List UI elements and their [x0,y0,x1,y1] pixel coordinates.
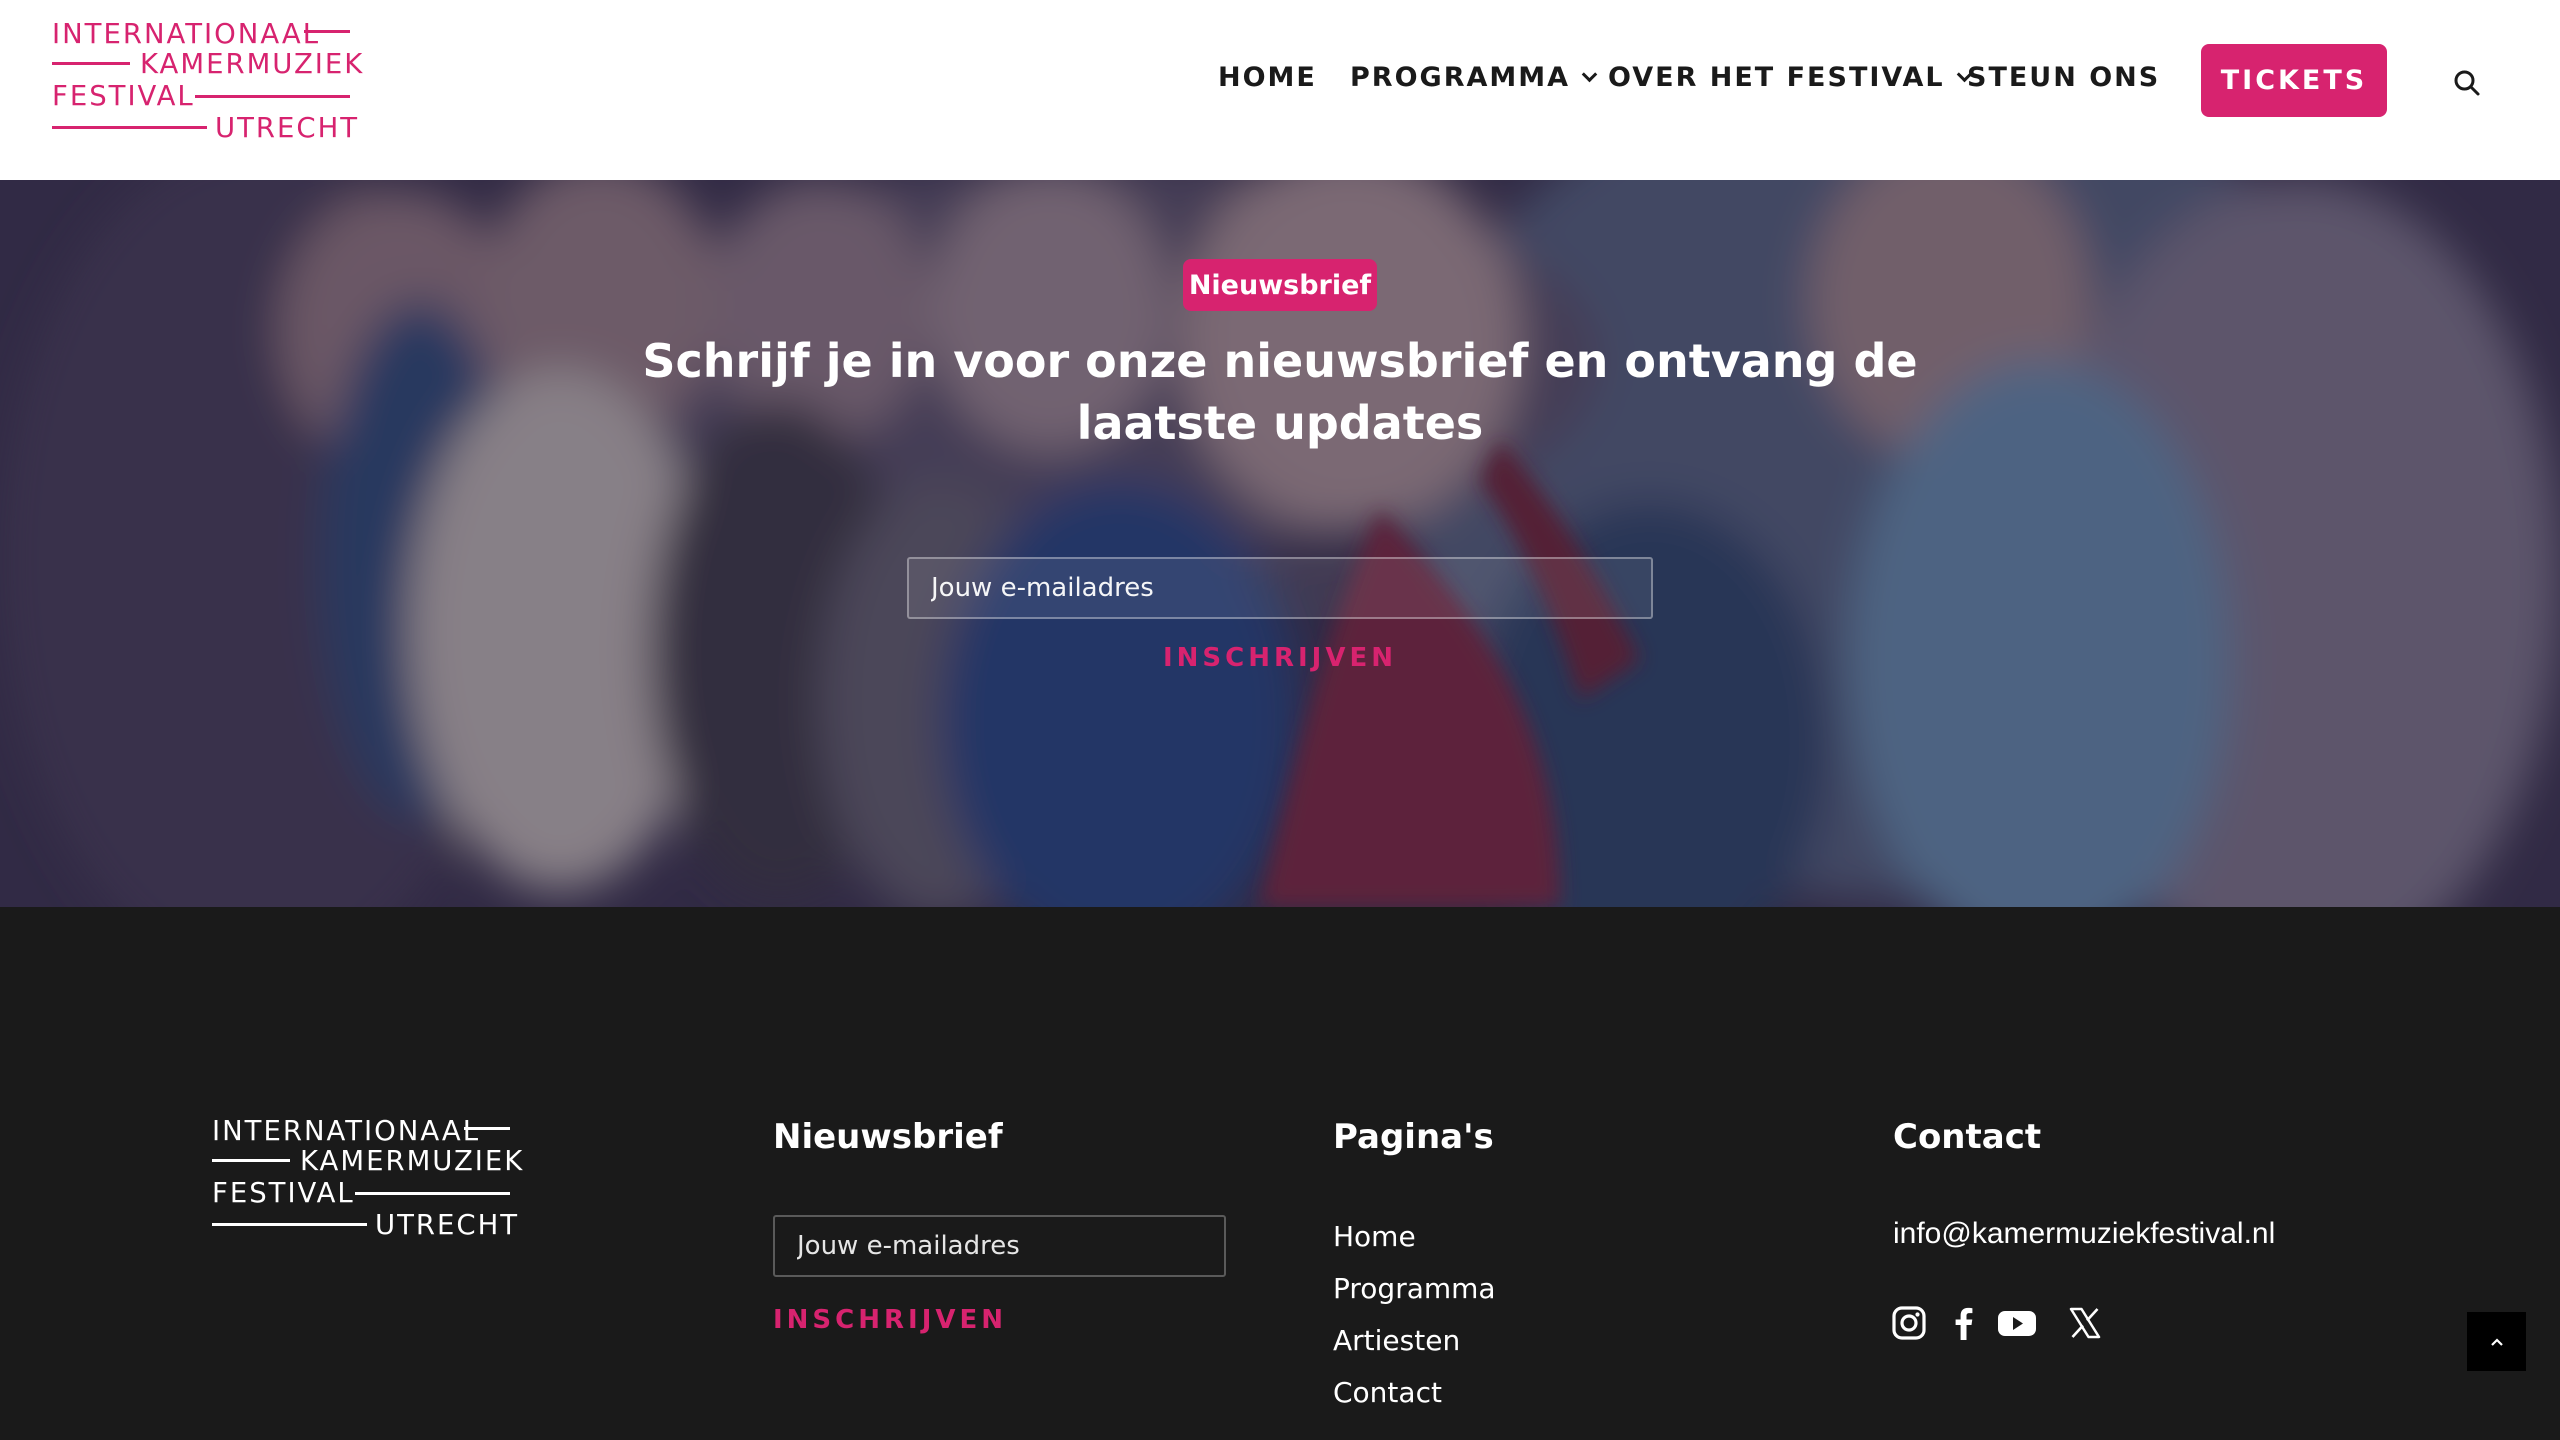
footer-subscribe-button[interactable]: INSCHRIJVEN [773,1305,1007,1335]
footer-pages-list: Home Programma Artiesten Contact [1333,1220,1496,1428]
x-icon[interactable] [2067,1305,2103,1341]
facebook-icon[interactable] [1946,1305,1982,1341]
footer-logo-line-1: INTERNATIONAAL [212,1115,481,1147]
nav-home[interactable]: HOME [1218,62,1317,93]
newsletter-badge: Nieuwsbrief [1183,259,1377,311]
instagram-icon[interactable] [1891,1305,1927,1341]
hero-subscribe-button[interactable]: INSCHRIJVEN [1080,643,1480,673]
footer-logo-line-3: FESTIVAL [212,1177,355,1209]
footer-logo-line-2: KAMERMUZIEK [300,1145,525,1177]
scroll-to-top-button[interactable] [2467,1312,2526,1371]
footer-logo-line-4: UTRECHT [375,1209,520,1241]
logo-line-3: FESTIVAL [52,80,195,112]
contact-email-link[interactable]: info@kamermuziekfestival.nl [1893,1217,2275,1251]
footer-newsletter-title: Nieuwsbrief [773,1117,1003,1157]
nav-over-label: OVER HET FESTIVAL [1608,62,1945,93]
footer-contact-title: Contact [1893,1117,2042,1157]
nav-steun-ons[interactable]: STEUN ONS [1967,62,2160,93]
nav-programma[interactable]: PROGRAMMA [1350,62,1598,93]
hero-email-input[interactable] [907,557,1653,619]
logo-line-2: KAMERMUZIEK [140,48,365,80]
chevron-down-icon [1581,66,1598,83]
footer-link-programma[interactable]: Programma [1333,1272,1496,1324]
footer-link-home[interactable]: Home [1333,1220,1496,1272]
site-footer: INTERNATIONAAL KAMERMUZIEK FESTIVAL UTRE… [0,907,2560,1440]
nav-programma-label: PROGRAMMA [1350,62,1571,93]
chevron-up-icon [2490,1337,2503,1346]
logo-line-4: UTRECHT [215,112,360,144]
tickets-button[interactable]: TICKETS [2201,44,2387,117]
newsletter-hero: Nieuwsbrief Schrijf je in voor onze nieu… [0,180,2560,907]
footer-email-input[interactable] [773,1215,1226,1277]
logo-line-1: INTERNATIONAAL [52,18,321,50]
youtube-icon[interactable] [1997,1305,2037,1341]
site-logo[interactable]: INTERNATIONAAL KAMERMUZIEK FESTIVAL UTRE… [52,18,362,144]
newsletter-heading: Schrijf je in voor onze nieuwsbrief en o… [642,334,1918,450]
footer-link-artiesten[interactable]: Artiesten [1333,1324,1496,1376]
nav-over-het-festival[interactable]: OVER HET FESTIVAL [1608,62,1972,93]
site-header: INTERNATIONAAL KAMERMUZIEK FESTIVAL UTRE… [0,0,2560,180]
footer-logo[interactable]: INTERNATIONAAL KAMERMUZIEK FESTIVAL UTRE… [212,1115,522,1241]
search-icon[interactable] [2452,68,2482,98]
footer-link-contact[interactable]: Contact [1333,1376,1496,1428]
footer-pages-title: Pagina's [1333,1117,1494,1157]
